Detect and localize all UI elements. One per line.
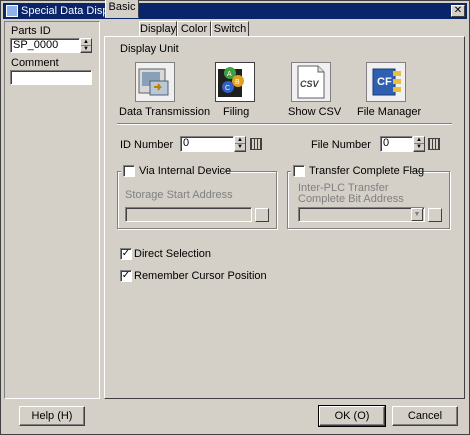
transfer-complete-flag-checkbox[interactable] — [293, 165, 305, 177]
inter-plc-label-line2: Complete Bit Address — [298, 193, 404, 205]
chevron-down-icon[interactable]: ▼ — [411, 208, 423, 221]
spin-up-icon[interactable]: ▲ — [235, 137, 245, 144]
spin-up-icon[interactable]: ▲ — [414, 137, 424, 144]
parts-id-label: Parts ID — [11, 25, 51, 37]
unit-label-data-transmission: Data Transmission — [119, 106, 211, 118]
address-input-icon[interactable] — [428, 208, 442, 222]
file-number-label: File Number — [311, 139, 371, 151]
remember-cursor-checkbox[interactable]: ✓ — [120, 270, 132, 282]
parts-id-spinner[interactable]: ▲ ▼ — [80, 38, 92, 53]
cf-glyph-text: CF — [377, 76, 392, 88]
file-manager-icon[interactable]: CF — [366, 62, 406, 102]
spin-down-icon[interactable]: ▼ — [81, 46, 91, 52]
comment-input[interactable] — [10, 70, 92, 85]
help-button[interactable]: Help (H) — [19, 406, 85, 426]
spin-down-icon[interactable]: ▼ — [235, 144, 245, 151]
id-number-input[interactable]: 0 — [180, 136, 234, 152]
id-number-label: ID Number — [120, 139, 174, 151]
tab-color[interactable]: Color — [177, 21, 211, 37]
unit-label-show-csv: Show CSV — [288, 106, 342, 118]
show-csv-icon[interactable]: CSV — [291, 62, 331, 102]
cancel-button[interactable]: Cancel — [392, 406, 458, 426]
data-transmission-icon[interactable] — [135, 62, 175, 102]
spin-down-icon[interactable]: ▼ — [414, 144, 424, 151]
storage-start-address-label: Storage Start Address — [125, 189, 233, 201]
title-bar: Special Data Display ✕ — [3, 3, 467, 19]
transfer-complete-flag-header: Transfer Complete Flag — [291, 164, 424, 178]
svg-text:C: C — [225, 85, 230, 92]
csv-glyph-text: CSV — [300, 79, 320, 89]
keypad-icon[interactable] — [428, 138, 440, 150]
storage-start-address-input[interactable] — [125, 207, 252, 222]
checkmark-icon: ✓ — [121, 270, 131, 281]
close-button[interactable]: ✕ — [451, 5, 465, 17]
comment-label: Comment — [11, 57, 59, 69]
via-internal-device-header: Via Internal Device — [121, 164, 231, 178]
svg-text:B: B — [235, 79, 240, 86]
left-panel: Parts ID SP_0000 ▲ ▼ Comment — [4, 21, 100, 399]
dialog-window: Special Data Display ✕ Parts ID SP_0000 … — [0, 0, 470, 435]
address-input-icon[interactable] — [255, 208, 269, 222]
divider — [117, 123, 452, 125]
basic-tab-panel: Display Unit Data Transmission A B C Fil… — [104, 36, 465, 399]
direct-selection-checkbox[interactable]: ✓ — [120, 248, 132, 260]
inter-plc-address-dropdown[interactable] — [298, 207, 425, 222]
checkmark-icon: ✓ — [121, 248, 131, 259]
remember-cursor-label: Remember Cursor Position — [134, 270, 267, 282]
keypad-icon[interactable] — [250, 138, 262, 150]
app-icon — [6, 5, 18, 17]
tab-display[interactable]: Display — [139, 21, 177, 37]
tab-switch[interactable]: Switch — [211, 21, 249, 37]
unit-label-file-manager: File Manager — [357, 106, 422, 118]
direct-selection-label: Direct Selection — [134, 248, 212, 260]
transfer-complete-flag-label: Transfer Complete Flag — [309, 165, 425, 177]
tab-basic[interactable]: Basic — [105, 0, 139, 18]
via-internal-device-checkbox[interactable] — [123, 165, 135, 177]
svg-text:A: A — [227, 71, 232, 78]
file-number-spinner[interactable]: ▲ ▼ — [413, 136, 425, 152]
parts-id-input[interactable]: SP_0000 — [10, 38, 80, 53]
filing-icon[interactable]: A B C — [215, 62, 255, 102]
close-icon: ✕ — [453, 5, 463, 16]
id-number-spinner[interactable]: ▲ ▼ — [234, 136, 246, 152]
via-internal-device-label: Via Internal Device — [139, 165, 232, 177]
display-unit-label: Display Unit — [120, 43, 179, 55]
unit-label-filing: Filing — [223, 106, 250, 118]
file-number-input[interactable]: 0 — [380, 136, 413, 152]
ok-button[interactable]: OK (O) — [318, 405, 386, 427]
